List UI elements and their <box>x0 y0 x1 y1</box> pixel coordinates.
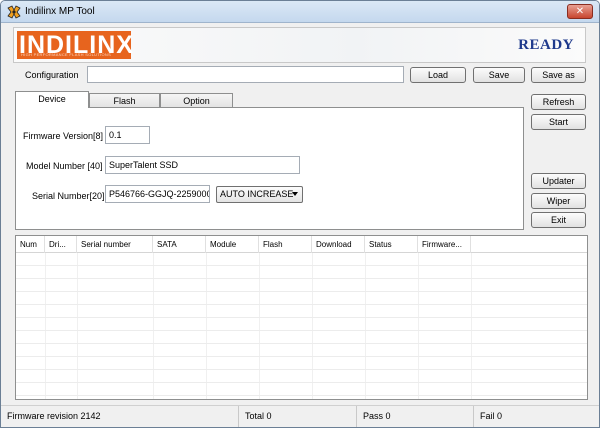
table-row[interactable] <box>16 357 587 370</box>
table-row[interactable] <box>16 383 587 396</box>
fail-count-status: Fail 0 <box>480 411 503 421</box>
column-header-download[interactable]: Download <box>312 236 365 253</box>
total-count-status: Total 0 <box>239 406 357 427</box>
close-icon: ✕ <box>575 6 585 17</box>
tab-flash[interactable]: Flash <box>89 93 160 108</box>
table-row[interactable] <box>16 266 587 279</box>
grid-header: Num Dri... Serial number SATA Module Fla… <box>16 236 587 253</box>
main-window: Indilinx MP Tool ✕ INDILINX HIGH PERFORM… <box>0 0 600 428</box>
indilinx-logo: INDILINX HIGH PERFORMANCE FLASH SOLUTION… <box>17 31 133 59</box>
increment-mode-select[interactable]: AUTO INCREASE <box>216 186 303 203</box>
save-as-button[interactable]: Save as <box>531 67 586 83</box>
status-bar: Firmware revision 2142 Total 0 Pass 0 Fa… <box>1 405 599 427</box>
column-header-sata[interactable]: SATA <box>153 236 206 253</box>
load-button[interactable]: Load <box>410 67 466 83</box>
device-list-grid[interactable]: Num Dri... Serial number SATA Module Fla… <box>15 235 588 400</box>
model-number-label: Model Number [40] <box>26 161 103 171</box>
table-row[interactable] <box>16 344 587 357</box>
tab-option[interactable]: Option <box>160 93 233 108</box>
configuration-label: Configuration <box>25 70 79 80</box>
serial-number-label: Serial Number[20] <box>32 191 105 201</box>
firmware-version-label: Firmware Version[8] <box>23 131 104 141</box>
close-button[interactable]: ✕ <box>567 4 593 19</box>
save-button[interactable]: Save <box>473 67 525 83</box>
exit-button[interactable]: Exit <box>531 212 586 228</box>
window-title: Indilinx MP Tool <box>25 6 95 17</box>
table-row[interactable] <box>16 279 587 292</box>
column-header-serial-number[interactable]: Serial number <box>77 236 153 253</box>
column-header-flash[interactable]: Flash <box>259 236 312 253</box>
table-row[interactable] <box>16 331 587 344</box>
wiper-button[interactable]: Wiper <box>531 193 586 209</box>
column-header-status[interactable]: Status <box>365 236 418 253</box>
refresh-button[interactable]: Refresh <box>531 94 586 110</box>
serial-number-input[interactable]: P546766-GGJQ-2259000 <box>105 185 210 203</box>
pass-count-status: Pass 0 <box>357 406 474 427</box>
tab-device[interactable]: Device <box>15 91 89 108</box>
banner: INDILINX HIGH PERFORMANCE FLASH SOLUTION… <box>13 27 586 63</box>
app-logo-icon <box>7 5 21 19</box>
configuration-input[interactable] <box>87 66 404 83</box>
start-button[interactable]: Start <box>531 114 586 130</box>
table-row[interactable] <box>16 253 587 266</box>
table-row[interactable] <box>16 305 587 318</box>
firmware-revision-status: Firmware revision 2142 <box>1 406 239 427</box>
table-row[interactable] <box>16 292 587 305</box>
column-header-drive[interactable]: Dri... <box>45 236 77 253</box>
column-header-module[interactable]: Module <box>206 236 259 253</box>
logo-tagline: HIGH PERFORMANCE FLASH SOLUTIONS <box>21 52 112 57</box>
chevron-down-icon <box>292 192 298 196</box>
increment-mode-value: AUTO INCREASE <box>220 189 294 199</box>
column-header-num[interactable]: Num <box>16 236 45 253</box>
column-header-firmware[interactable]: Firmware... <box>418 236 471 253</box>
table-row[interactable] <box>16 370 587 383</box>
model-number-input[interactable]: SuperTalent SSD <box>105 156 300 174</box>
title-bar[interactable]: Indilinx MP Tool ✕ <box>1 1 599 23</box>
table-row[interactable] <box>16 318 587 331</box>
firmware-version-input[interactable]: 0.1 <box>105 126 150 144</box>
status-ready-label: READY <box>518 37 574 53</box>
updater-button[interactable]: Updater <box>531 173 586 189</box>
